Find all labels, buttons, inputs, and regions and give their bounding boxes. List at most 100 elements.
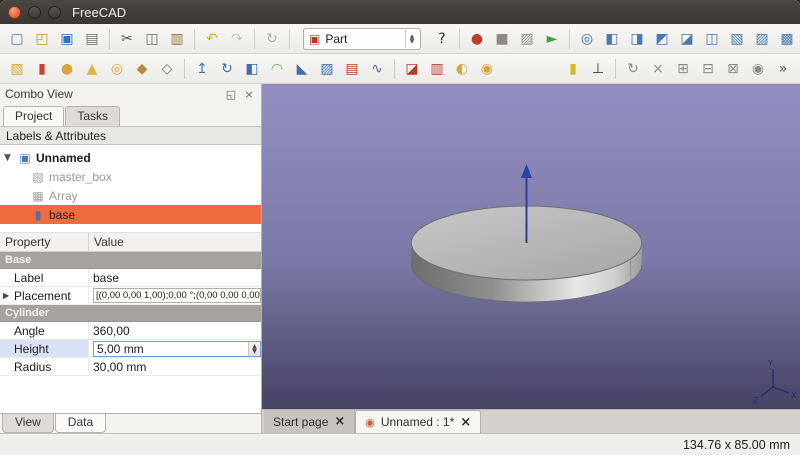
part-sweep-button[interactable]: ∿ (365, 57, 389, 81)
panel-close-icon[interactable]: × (242, 88, 256, 101)
part-section-button[interactable]: ◪ (400, 57, 424, 81)
tree-item-Array[interactable]: ▦Array (0, 186, 261, 205)
property-value[interactable]: base (88, 269, 261, 286)
part-boolean-union-button[interactable]: ◉ (475, 57, 499, 81)
macro-record-button[interactable]: ● (465, 27, 489, 51)
property-row-label[interactable]: Labelbase (0, 269, 261, 287)
part-torus-button[interactable]: ◎ (105, 57, 129, 81)
undo-button[interactable]: ↶ (200, 27, 224, 51)
workbench-selector[interactable]: ▣ Part ▲▼ (303, 28, 421, 50)
view-front-button[interactable]: ◨ (625, 27, 649, 51)
value-text: base (93, 271, 119, 285)
view-bottom-button[interactable]: ▧ (725, 27, 749, 51)
window-close-button[interactable] (8, 6, 21, 19)
combo-view-titlebar[interactable]: Combo View ◱× (0, 84, 261, 104)
view-left-button[interactable]: ▨ (750, 27, 774, 51)
toolbar2-overflow-button[interactable]: » (771, 57, 795, 81)
part-cross-sections-button[interactable]: ▥ (425, 57, 449, 81)
property-value[interactable]: [(0,00 0,00 1,00);0,00 °;(0,00 0,00 0,00… (88, 287, 261, 304)
part-loft-button[interactable]: ▤ (340, 57, 364, 81)
measure-clear-all-button[interactable]: × (646, 57, 670, 81)
tab-project[interactable]: Project (3, 106, 64, 126)
part-extrude-button[interactable]: ↥ (190, 57, 214, 81)
property-value[interactable]: 5,00 mm▲▼ (88, 340, 261, 357)
copy-button[interactable]: ◫ (140, 27, 164, 51)
part-ruled-surface-button[interactable]: ▨ (315, 57, 339, 81)
whats-this-button[interactable]: ? (430, 27, 454, 51)
measure-linear-button[interactable]: ▮ (561, 57, 585, 81)
doc-tab-1[interactable]: ◉Unnamed : 1*× (355, 410, 481, 433)
view-rear-button[interactable]: ◫ (700, 27, 724, 51)
property-row-placement[interactable]: ▶Placement[(0,00 0,00 1,00);0,00 °;(0,00… (0, 287, 261, 305)
part-mirror-icon: ◧ (245, 62, 258, 76)
expand-icon[interactable]: ▶ (3, 291, 9, 300)
view-right-button[interactable]: ◪ (675, 27, 699, 51)
spinbox-value[interactable]: 5,00 mm (94, 342, 248, 356)
workbench-dropdown-arrows-icon[interactable]: ▲▼ (405, 30, 418, 48)
property-name: Height (0, 340, 88, 357)
view-isometric-button[interactable]: ◧ (600, 27, 624, 51)
macro-execute-icon: ► (547, 32, 558, 46)
value-column-header[interactable]: Value (88, 233, 261, 251)
part-chamfer-button[interactable]: ◣ (290, 57, 314, 81)
part-primitives-button[interactable]: ◆ (130, 57, 154, 81)
tab-data[interactable]: Data (55, 414, 106, 433)
value-spinbox[interactable]: 5,00 mm▲▼ (93, 341, 261, 357)
property-row-angle[interactable]: Angle360,00 (0, 322, 261, 340)
part-revolve-button[interactable]: ↻ (215, 57, 239, 81)
part-mirror-button[interactable]: ◧ (240, 57, 264, 81)
part-sphere-button[interactable]: ● (55, 57, 79, 81)
property-column-header[interactable]: Property (0, 233, 88, 251)
property-group-cylinder: Cylinder (0, 305, 261, 322)
part-cross-sections-icon: ▥ (430, 62, 443, 76)
spin-down-icon[interactable]: ▼ (252, 349, 257, 354)
part-cylinder-button[interactable]: ▮ (30, 57, 54, 81)
doc-tab-0[interactable]: Start page× (264, 410, 355, 433)
part-cone-button[interactable]: ▲ (80, 57, 104, 81)
cut-button[interactable]: ✂ (115, 27, 139, 51)
value-field[interactable]: [(0,00 0,00 1,00);0,00 °;(0,00 0,00 0,00… (93, 288, 261, 303)
redo-button[interactable]: ↷ (225, 27, 249, 51)
window-minimize-button[interactable] (28, 6, 41, 19)
property-row-height[interactable]: Height 5,00 mm▲▼ (0, 340, 261, 358)
refresh-button[interactable]: ↻ (260, 27, 284, 51)
tab-view[interactable]: View (2, 414, 54, 433)
property-value[interactable]: 360,00 (88, 322, 261, 339)
paste-button[interactable]: ▥ (165, 27, 189, 51)
3d-viewport[interactable]: Y X Z (262, 84, 800, 409)
view-top-button[interactable]: ◩ (650, 27, 674, 51)
part-boolean-cut-button[interactable]: ◐ (450, 57, 474, 81)
macro-edit-button[interactable]: ▨ (515, 27, 539, 51)
property-value[interactable]: 30,00 mm (88, 358, 261, 375)
measure-toggle-delta-button[interactable]: ⊠ (721, 57, 745, 81)
view-axonometric-icon: ▩ (780, 32, 793, 46)
macro-execute-button[interactable]: ► (540, 27, 564, 51)
titlebar[interactable]: FreeCAD (0, 0, 800, 24)
tree-item-base[interactable]: ▮base (0, 205, 261, 224)
tab-tasks[interactable]: Tasks (65, 106, 120, 126)
measure-angular-button[interactable]: ⊥ (586, 57, 610, 81)
new-file-button[interactable]: ▢ (5, 27, 29, 51)
save-button[interactable]: ▣ (55, 27, 79, 51)
measure-toggle-3d-button[interactable]: ⊟ (696, 57, 720, 81)
print-button[interactable]: ▤ (80, 27, 104, 51)
measure-refresh-button[interactable]: ↻ (621, 57, 645, 81)
part-fillet-button[interactable]: ◠ (265, 57, 289, 81)
tab-close-icon[interactable]: × (460, 416, 471, 429)
panel-float-icon[interactable]: ◱ (224, 88, 238, 101)
part-box-icon: ▧ (10, 62, 23, 76)
view-axonometric-button[interactable]: ▩ (775, 27, 799, 51)
part-box-button[interactable]: ▧ (5, 57, 29, 81)
expander-icon[interactable]: ▼ (4, 153, 17, 163)
part-shape-builder-button[interactable]: ◇ (155, 57, 179, 81)
tree-item-Unnamed[interactable]: ▼▣Unnamed (0, 148, 261, 167)
view-fit-all-button[interactable]: ◎ (575, 27, 599, 51)
tree-item-master_box[interactable]: ▧master_box (0, 167, 261, 186)
measure-toggle-all-button[interactable]: ⊞ (671, 57, 695, 81)
open-file-button[interactable]: ◰ (30, 27, 54, 51)
macro-stop-button[interactable]: ■ (490, 27, 514, 51)
property-row-radius[interactable]: Radius30,00 mm (0, 358, 261, 376)
measure-settings-button[interactable]: ◉ (746, 57, 770, 81)
window-maximize-button[interactable] (48, 6, 61, 19)
tab-close-icon[interactable]: × (334, 415, 345, 428)
